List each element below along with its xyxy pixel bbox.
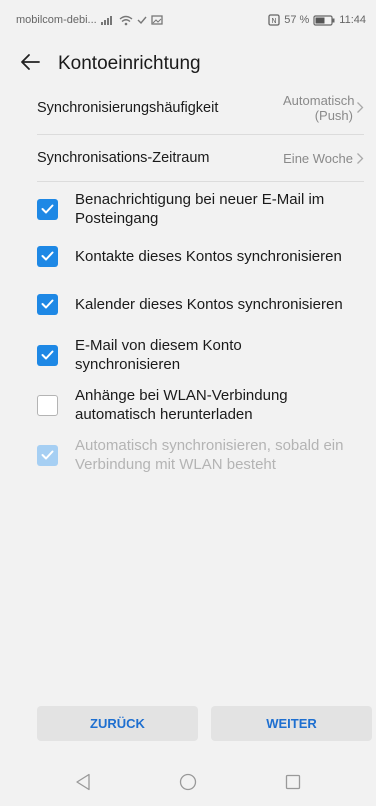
battery-icon xyxy=(313,14,335,26)
option-label-line1: Anhänge bei WLAN-Verbindung xyxy=(75,387,288,404)
option-label: Kalender dieses Kontos synchronisieren xyxy=(75,295,343,314)
option-download-attachments-wlan: Anhänge bei WLAN-Verbindung automatisch … xyxy=(0,384,376,426)
sync-period-value-text: Eine Woche xyxy=(283,150,353,166)
option-label-line1: Automatisch synchronisieren, sobald ein xyxy=(75,437,344,454)
sync-frequency-row[interactable]: Synchronisierungshäufigkeit Automatisch … xyxy=(0,85,376,130)
option-sync-email: E-Mail von diesem Konto synchronisieren xyxy=(0,334,376,376)
image-notification-icon xyxy=(151,14,163,26)
chevron-right-icon xyxy=(356,152,364,165)
option-label: Kontakte dieses Kontos synchronisieren xyxy=(75,247,342,266)
next-button[interactable]: WEITER xyxy=(211,706,372,741)
square-recent-icon xyxy=(285,774,301,790)
option-label: E-Mail von diesem Konto synchronisieren xyxy=(75,336,242,374)
option-label-line2: Posteingang xyxy=(75,210,159,227)
circle-home-icon xyxy=(179,773,197,791)
sync-frequency-label: Synchronisierungshäufigkeit xyxy=(37,99,219,116)
option-label-line2: synchronisieren xyxy=(75,356,181,373)
option-label-line1: Benachrichtigung bei neuer E-Mail im xyxy=(75,191,325,208)
option-sync-contacts: Kontakte dieses Kontos synchronisieren xyxy=(0,244,376,268)
checkbox-auto-sync-wlan xyxy=(37,444,58,466)
sync-frequency-value-line1: Automatisch xyxy=(283,92,355,108)
status-bar: mobilcom-debi... N 57 % 11:44 xyxy=(0,0,376,40)
option-label: Automatisch synchronisieren, sobald ein … xyxy=(75,436,343,474)
nav-back-button[interactable] xyxy=(68,767,98,797)
checkmark-icon xyxy=(41,299,54,309)
checkmark-icon xyxy=(41,204,54,214)
nav-home-button[interactable] xyxy=(173,767,203,797)
checkmark-icon xyxy=(41,450,54,460)
sync-period-row[interactable]: Synchronisations-Zeitraum Eine Woche xyxy=(0,138,376,178)
status-right: N 57 % 11:44 xyxy=(268,14,366,26)
option-label-line1: Kontakte dieses Kontos synchronisieren xyxy=(75,247,342,265)
sync-frequency-value: Automatisch (Push) xyxy=(283,93,364,123)
svg-text:N: N xyxy=(272,17,277,25)
carrier-label: mobilcom-debi... xyxy=(16,14,97,26)
chevron-right-icon xyxy=(356,101,364,114)
clock: 11:44 xyxy=(339,14,366,26)
battery-percent: 57 % xyxy=(284,14,310,26)
back-text-button[interactable]: ZURÜCK xyxy=(37,706,198,741)
checkbox-sync-contacts[interactable] xyxy=(37,245,58,267)
wifi-icon xyxy=(119,15,133,26)
checkbox-sync-calendar[interactable] xyxy=(37,293,58,315)
arrow-left-icon xyxy=(20,53,40,76)
option-label-line2: Verbindung mit WLAN besteht xyxy=(75,456,276,473)
status-left: mobilcom-debi... xyxy=(16,14,163,26)
option-new-mail-notification: Benachrichtigung bei neuer E-Mail im Pos… xyxy=(0,188,376,230)
option-label-line1: E-Mail von diesem Konto xyxy=(75,337,242,354)
option-sync-calendar: Kalender dieses Kontos synchronisieren xyxy=(0,292,376,316)
nfc-icon: N xyxy=(268,14,280,26)
option-label: Anhänge bei WLAN-Verbindung automatisch … xyxy=(75,386,288,424)
option-auto-sync-wlan: Automatisch synchronisieren, sobald ein … xyxy=(0,434,376,476)
checkbox-new-mail-notification[interactable] xyxy=(37,198,58,220)
navigation-bar xyxy=(0,758,376,806)
triangle-back-icon xyxy=(76,773,90,791)
option-label-line2: automatisch herunterladen xyxy=(75,406,253,423)
signal-icon xyxy=(100,15,115,25)
row-divider xyxy=(37,181,364,182)
nav-recent-button[interactable] xyxy=(278,767,308,797)
check-mark-icon xyxy=(137,15,147,25)
option-label: Benachrichtigung bei neuer E-Mail im Pos… xyxy=(75,190,324,228)
row-divider xyxy=(37,134,364,135)
sync-period-label: Synchronisations-Zeitraum xyxy=(37,150,210,166)
checkbox-sync-email[interactable] xyxy=(37,344,58,366)
app-toolbar: Kontoeinrichtung xyxy=(0,40,376,88)
page-title: Kontoeinrichtung xyxy=(58,53,201,74)
back-button[interactable] xyxy=(10,44,50,84)
sync-frequency-value-line2: (Push) xyxy=(314,107,353,123)
checkbox-download-attachments-wlan[interactable] xyxy=(37,394,58,416)
sync-frequency-value-text: Automatisch (Push) xyxy=(283,92,355,123)
checkmark-icon xyxy=(41,251,54,261)
checkmark-icon xyxy=(41,350,54,360)
option-label-line1: Kalender dieses Kontos synchronisieren xyxy=(75,295,343,313)
sync-period-value: Eine Woche xyxy=(283,151,364,166)
